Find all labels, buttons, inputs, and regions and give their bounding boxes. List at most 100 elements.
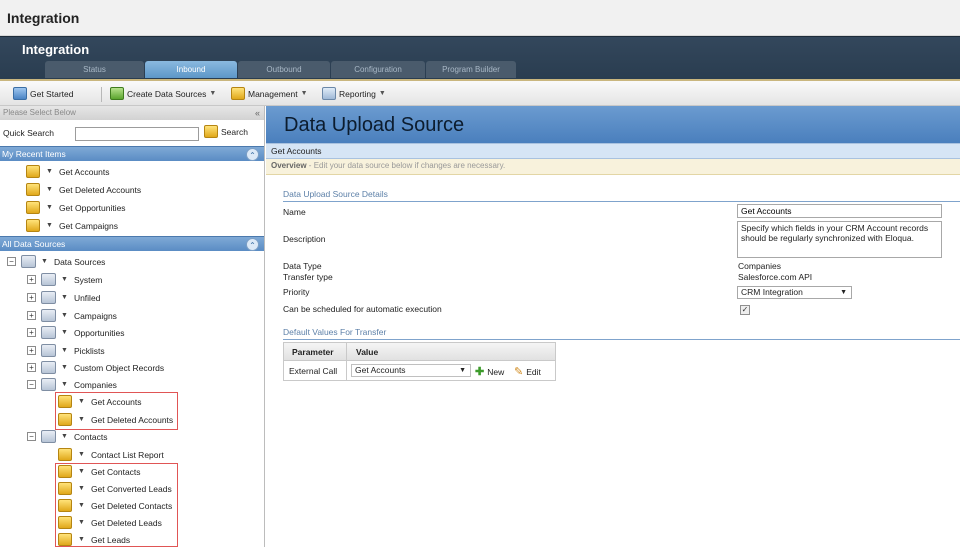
overview-text: Edit your data source below if changes a… bbox=[313, 161, 506, 170]
collapse-icon[interactable]: − bbox=[27, 432, 36, 441]
tree-node-label: Campaigns bbox=[73, 310, 117, 321]
tree-leaf-data-source[interactable]: ▼ Get Accounts bbox=[58, 393, 142, 410]
tab-inbound[interactable]: Inbound bbox=[145, 61, 237, 78]
tree-node-label: Get Deleted Leads bbox=[90, 517, 162, 528]
reporting-menu[interactable]: Reporting ▼ bbox=[322, 87, 386, 100]
collapse-panel-icon[interactable]: « bbox=[255, 106, 260, 120]
tree-leaf-data-source[interactable]: ▼ Get Deleted Accounts bbox=[58, 411, 173, 428]
external-call-select[interactable]: Get Accounts ▼ bbox=[351, 364, 471, 377]
tree-leaf-data-source[interactable]: ▼ Get Converted Leads bbox=[58, 480, 172, 497]
new-button[interactable]: ✚ New bbox=[475, 365, 504, 378]
chevron-down-icon: ▼ bbox=[840, 289, 847, 296]
tree-node-contacts[interactable]: − ▼ Contacts bbox=[27, 428, 107, 445]
toolbar: Get Started Create Data Sources ▼ Manage… bbox=[0, 79, 960, 106]
expand-icon[interactable]: + bbox=[27, 363, 36, 372]
expand-icon[interactable]: + bbox=[27, 275, 36, 284]
tree-leaf-data-source[interactable]: ▼ Contact List Report bbox=[58, 446, 164, 463]
tree-node-folder[interactable]: + ▼ Opportunities bbox=[27, 324, 125, 341]
tree-node-folder[interactable]: + ▼ System bbox=[27, 271, 102, 288]
column-header-parameter: Parameter bbox=[292, 347, 334, 357]
tree-leaf-data-source[interactable]: ▼ Get Deleted Leads bbox=[58, 514, 162, 531]
list-item[interactable]: ▼ Get Accounts bbox=[26, 163, 110, 180]
list-item-label: Get Campaigns bbox=[58, 220, 118, 231]
data-source-icon bbox=[58, 395, 72, 408]
tab-configuration[interactable]: Configuration bbox=[331, 61, 425, 78]
tab-program-builder[interactable]: Program Builder bbox=[426, 61, 516, 78]
collapse-section-icon[interactable]: ⌃ bbox=[246, 148, 259, 161]
quick-search-label: Quick Search bbox=[3, 128, 55, 138]
app-title-bar: Integration bbox=[0, 0, 960, 36]
name-label: Name bbox=[283, 207, 306, 217]
create-data-sources-label: Create Data Sources bbox=[127, 88, 207, 99]
search-button[interactable]: Search bbox=[204, 125, 248, 138]
recent-items-title: My Recent Items bbox=[2, 149, 66, 159]
tree-leaf-data-source[interactable]: ▼ Get Deleted Contacts bbox=[58, 497, 172, 514]
description-field[interactable]: Specify which fields in your CRM Account… bbox=[737, 221, 942, 258]
page-title-bar: Data Upload Source bbox=[266, 106, 960, 143]
name-field[interactable] bbox=[737, 204, 942, 218]
chevron-down-icon: ▼ bbox=[46, 204, 53, 211]
new-button-label: New bbox=[487, 366, 505, 377]
tab-outbound[interactable]: Outbound bbox=[238, 61, 330, 78]
get-started-button[interactable]: Get Started bbox=[13, 87, 73, 100]
collapse-icon[interactable]: − bbox=[27, 380, 36, 389]
schedulable-checkbox[interactable]: ✓ bbox=[740, 305, 750, 315]
management-icon bbox=[231, 87, 245, 100]
tree-node-root[interactable]: − ▼ Data Sources bbox=[7, 253, 105, 270]
overview-bar: Overview - Edit your data source below i… bbox=[266, 159, 960, 175]
tree-node-label: Companies bbox=[73, 379, 117, 390]
chevron-down-icon: ▼ bbox=[61, 312, 68, 319]
expand-icon[interactable]: + bbox=[27, 346, 36, 355]
details-section-header: Data Upload Source Details bbox=[283, 189, 960, 202]
priority-select[interactable]: CRM Integration ▼ bbox=[737, 286, 852, 299]
tree-node-folder[interactable]: + ▼ Picklists bbox=[27, 342, 105, 359]
chevron-down-icon: ▼ bbox=[61, 276, 68, 283]
defaults-section-header: Default Values For Transfer bbox=[283, 327, 960, 340]
tree-node-label: Get Contacts bbox=[90, 466, 141, 477]
tree-node-label: Custom Object Records bbox=[73, 362, 165, 373]
database-add-icon bbox=[110, 87, 124, 100]
tree-node-folder[interactable]: + ▼ Unfiled bbox=[27, 289, 100, 306]
data-source-icon bbox=[58, 465, 72, 478]
chevron-down-icon: ▼ bbox=[61, 294, 68, 301]
tree-leaf-data-source[interactable]: ▼ Get Contacts bbox=[58, 463, 141, 480]
overview-label: Overview bbox=[271, 161, 307, 170]
edit-button[interactable]: ✎ Edit bbox=[514, 365, 541, 378]
table-cell-parameter: External Call bbox=[289, 366, 338, 376]
expand-icon[interactable]: + bbox=[27, 311, 36, 320]
tree-node-folder[interactable]: + ▼ Campaigns bbox=[27, 307, 117, 324]
collapse-section-icon[interactable]: ⌃ bbox=[246, 238, 259, 251]
all-data-sources-header[interactable]: All Data Sources ⌃ bbox=[0, 236, 264, 251]
external-call-select-value: Get Accounts bbox=[355, 365, 406, 375]
tree-leaf-data-source[interactable]: ▼ Get Leads bbox=[58, 531, 130, 547]
quick-search-input[interactable] bbox=[75, 127, 199, 141]
transfer-type-value: Salesforce.com API bbox=[738, 272, 813, 282]
tree-node-label: Get Leads bbox=[90, 534, 131, 545]
folder-icon bbox=[41, 291, 56, 304]
create-data-sources-menu[interactable]: Create Data Sources ▼ bbox=[110, 87, 216, 100]
table-header: Parameter Value bbox=[284, 343, 555, 361]
schedulable-label: Can be scheduled for automatic execution bbox=[283, 304, 442, 314]
tree-node-companies[interactable]: − ▼ Companies bbox=[27, 376, 117, 393]
data-source-icon bbox=[58, 482, 72, 495]
chevron-down-icon: ▼ bbox=[78, 536, 85, 543]
get-started-label: Get Started bbox=[30, 88, 74, 99]
list-item-label: Get Deleted Accounts bbox=[58, 184, 142, 195]
list-item[interactable]: ▼ Get Opportunities bbox=[26, 199, 126, 216]
tree-node-label: Get Deleted Contacts bbox=[90, 500, 173, 511]
list-item[interactable]: ▼ Get Deleted Accounts bbox=[26, 181, 141, 198]
management-menu[interactable]: Management ▼ bbox=[231, 87, 308, 100]
chevron-down-icon: ▼ bbox=[61, 347, 68, 354]
list-item[interactable]: ▼ Get Campaigns bbox=[26, 217, 118, 234]
tree-node-label: Unfiled bbox=[73, 292, 101, 303]
tab-status[interactable]: Status bbox=[45, 61, 144, 78]
tree-node-folder[interactable]: + ▼ Custom Object Records bbox=[27, 359, 164, 376]
tree-node-label: Get Converted Leads bbox=[90, 483, 172, 494]
collapse-icon[interactable]: − bbox=[7, 257, 16, 266]
expand-icon[interactable]: + bbox=[27, 328, 36, 337]
expand-icon[interactable]: + bbox=[27, 293, 36, 302]
reporting-label: Reporting bbox=[339, 88, 376, 99]
recent-items-header[interactable]: My Recent Items ⌃ bbox=[0, 146, 264, 161]
data-source-icon bbox=[58, 516, 72, 529]
folder-icon bbox=[41, 326, 56, 339]
